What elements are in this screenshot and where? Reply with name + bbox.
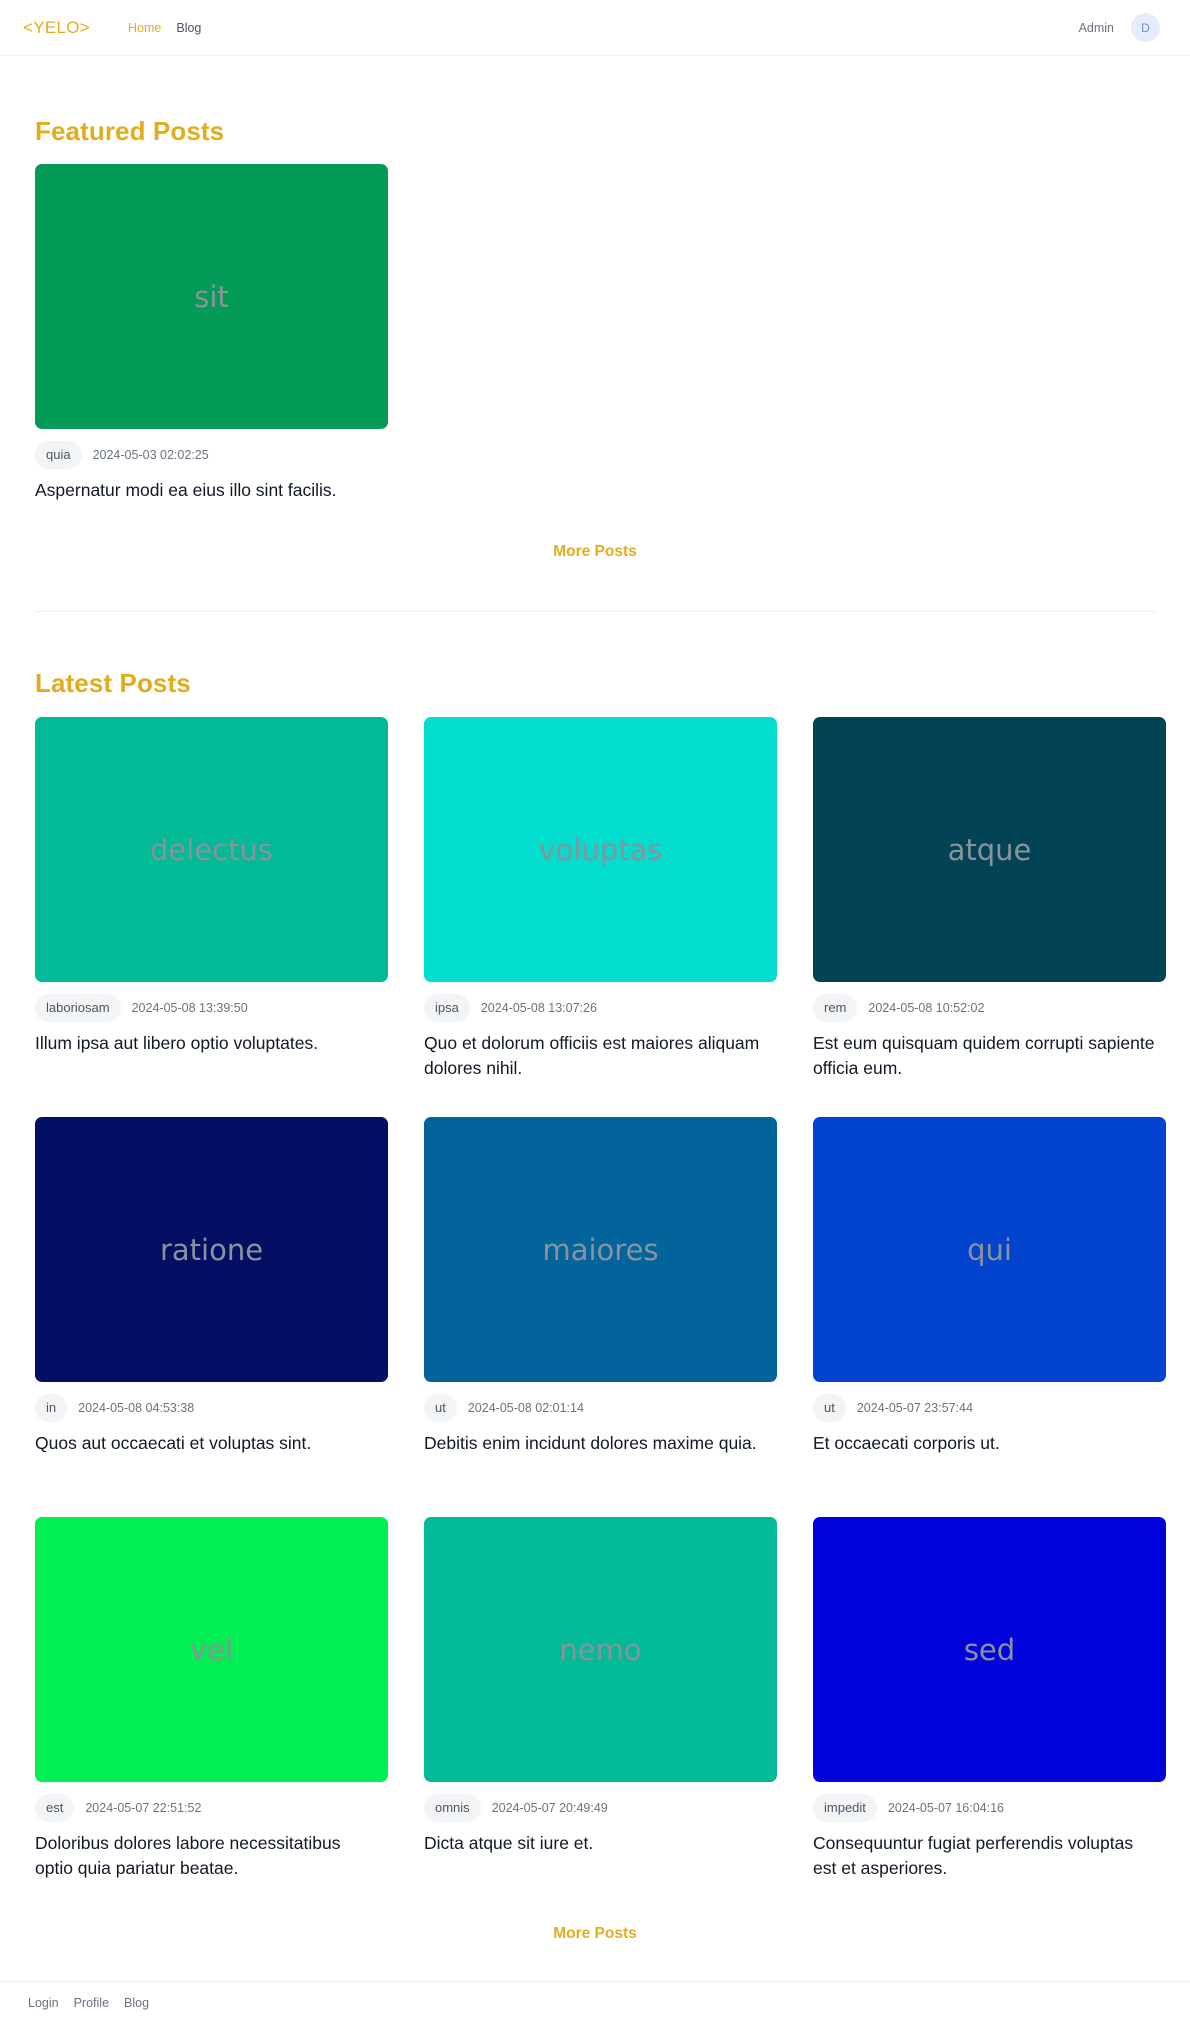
post-thumbnail[interactable]: maiores xyxy=(424,1117,777,1382)
footer-login-link[interactable]: Login xyxy=(28,1996,59,2010)
post-tag[interactable]: quia xyxy=(35,441,82,469)
site-logo[interactable]: <YELO> xyxy=(23,18,90,38)
post-tag[interactable]: ut xyxy=(813,1394,846,1422)
post-date: 2024-05-07 23:57:44 xyxy=(856,1401,973,1415)
post-title[interactable]: Consequuntur fugiat perferendis voluptas… xyxy=(813,1831,1166,1881)
thumbnail-word: sit xyxy=(194,279,229,314)
latest-posts-grid: delectus laboriosam 2024-05-08 13:39:50 I… xyxy=(35,717,1166,1917)
post-date: 2024-05-07 20:49:49 xyxy=(491,1801,608,1815)
latest-posts-heading: Latest Posts xyxy=(35,668,191,698)
admin-link[interactable]: Admin xyxy=(1079,21,1114,35)
post-title[interactable]: Dicta atque sit iure et. xyxy=(424,1831,777,1856)
post-title[interactable]: Aspernatur modi ea eius illo sint facili… xyxy=(35,478,388,503)
post-title[interactable]: Quo et dolorum officiis est maiores aliq… xyxy=(424,1031,777,1081)
post-meta: rem 2024-05-08 10:52:02 xyxy=(813,993,1166,1023)
post-meta: ut 2024-05-08 02:01:14 xyxy=(424,1393,777,1423)
post-meta: laboriosam 2024-05-08 13:39:50 xyxy=(35,993,388,1023)
thumbnail-word: ratione xyxy=(159,1232,264,1267)
post-card[interactable]: vel est 2024-05-07 22:51:52 Doloribus dol… xyxy=(35,1517,388,1917)
post-date: 2024-05-03 02:02:25 xyxy=(92,448,209,462)
featured-more-posts-link[interactable]: More Posts xyxy=(35,543,1155,561)
post-card[interactable]: maiores ut 2024-05-08 02:01:14 Debitis en… xyxy=(424,1117,777,1517)
post-thumbnail[interactable]: vel xyxy=(35,1517,388,1782)
post-tag[interactable]: rem xyxy=(813,994,858,1022)
post-meta: est 2024-05-07 22:51:52 xyxy=(35,1793,388,1823)
post-meta: ut 2024-05-07 23:57:44 xyxy=(813,1393,1166,1423)
post-card[interactable]: ratione in 2024-05-08 04:53:38 Quos aut o… xyxy=(35,1117,388,1517)
post-tag[interactable]: ipsa xyxy=(424,994,470,1022)
post-card[interactable]: nemo omnis 2024-05-07 20:49:49 Dicta atqu… xyxy=(424,1517,777,1917)
post-tag[interactable]: ut xyxy=(424,1394,457,1422)
footer-profile-link[interactable]: Profile xyxy=(74,1996,109,2010)
post-tag[interactable]: omnis xyxy=(424,1794,481,1822)
post-title[interactable]: Quos aut occaecati et voluptas sint. xyxy=(35,1431,388,1456)
nav-blog-link[interactable]: Blog xyxy=(176,21,201,35)
post-card[interactable]: sed impedit 2024-05-07 16:04:16 Consequun… xyxy=(813,1517,1166,1917)
post-date: 2024-05-08 10:52:02 xyxy=(868,1001,985,1015)
post-date: 2024-05-08 13:07:26 xyxy=(480,1001,597,1015)
user-avatar[interactable]: D xyxy=(1131,13,1160,42)
post-thumbnail[interactable]: voluptas xyxy=(424,717,777,982)
thumbnail-word: sed xyxy=(963,1632,1016,1667)
post-meta: impedit 2024-05-07 16:04:16 xyxy=(813,1793,1166,1823)
post-tag[interactable]: laboriosam xyxy=(35,994,121,1022)
post-thumbnail[interactable]: nemo xyxy=(424,1517,777,1782)
post-card[interactable]: sit quia 2024-05-03 02:02:25 Aspernatur … xyxy=(35,164,388,503)
post-thumbnail[interactable]: atque xyxy=(813,717,1166,982)
thumbnail-word: atque xyxy=(947,832,1032,867)
post-date: 2024-05-08 13:39:50 xyxy=(131,1001,248,1015)
post-date: 2024-05-08 04:53:38 xyxy=(78,1401,195,1415)
top-navigation: <YELO> Home Blog Admin D xyxy=(0,0,1190,56)
section-divider xyxy=(35,611,1155,612)
thumbnail-word: voluptas xyxy=(538,832,663,867)
latest-more-posts-link[interactable]: More Posts xyxy=(35,1925,1155,1943)
post-card[interactable]: atque rem 2024-05-08 10:52:02 Est eum qui… xyxy=(813,717,1166,1117)
thumbnail-word: delectus xyxy=(150,832,273,867)
site-footer: Login Profile Blog xyxy=(0,1981,1190,2023)
footer-blog-link[interactable]: Blog xyxy=(124,1996,149,2010)
post-thumbnail[interactable]: delectus xyxy=(35,717,388,982)
post-tag[interactable]: in xyxy=(35,1394,68,1422)
thumbnail-word: maiores xyxy=(542,1232,659,1267)
post-date: 2024-05-07 22:51:52 xyxy=(85,1801,202,1815)
thumbnail-word: vel xyxy=(189,1632,234,1667)
post-title[interactable]: Et occaecati corporis ut. xyxy=(813,1431,1166,1456)
post-title[interactable]: Illum ipsa aut libero optio voluptates. xyxy=(35,1031,388,1056)
post-date: 2024-05-07 16:04:16 xyxy=(887,1801,1004,1815)
post-meta: ipsa 2024-05-08 13:07:26 xyxy=(424,993,777,1023)
main-content: Featured Posts sit quia 2024-05-03 02:02… xyxy=(0,116,1190,1943)
post-meta: in 2024-05-08 04:53:38 xyxy=(35,1393,388,1423)
post-tag[interactable]: impedit xyxy=(813,1794,877,1822)
thumbnail-word: qui xyxy=(967,1232,1012,1267)
post-title[interactable]: Debitis enim incidunt dolores maxime qui… xyxy=(424,1431,777,1456)
post-title[interactable]: Est eum quisquam quidem corrupti sapient… xyxy=(813,1031,1166,1081)
post-title[interactable]: Doloribus dolores labore necessitatibus … xyxy=(35,1831,388,1881)
post-card[interactable]: delectus laboriosam 2024-05-08 13:39:50 I… xyxy=(35,717,388,1117)
post-card[interactable]: voluptas ipsa 2024-05-08 13:07:26 Quo et … xyxy=(424,717,777,1117)
post-thumbnail[interactable]: sit xyxy=(35,164,388,429)
featured-posts-grid: sit quia 2024-05-03 02:02:25 Aspernatur … xyxy=(35,164,1155,503)
post-thumbnail[interactable]: sed xyxy=(813,1517,1166,1782)
post-tag[interactable]: est xyxy=(35,1794,75,1822)
featured-posts-heading: Featured Posts xyxy=(35,116,225,146)
nav-home-link[interactable]: Home xyxy=(128,21,161,35)
post-meta: quia 2024-05-03 02:02:25 xyxy=(35,440,388,470)
post-meta: omnis 2024-05-07 20:49:49 xyxy=(424,1793,777,1823)
post-thumbnail[interactable]: qui xyxy=(813,1117,1166,1382)
post-date: 2024-05-08 02:01:14 xyxy=(467,1401,584,1415)
post-thumbnail[interactable]: ratione xyxy=(35,1117,388,1382)
post-card[interactable]: qui ut 2024-05-07 23:57:44 Et occaecati c… xyxy=(813,1117,1166,1517)
thumbnail-word: nemo xyxy=(559,1632,642,1667)
